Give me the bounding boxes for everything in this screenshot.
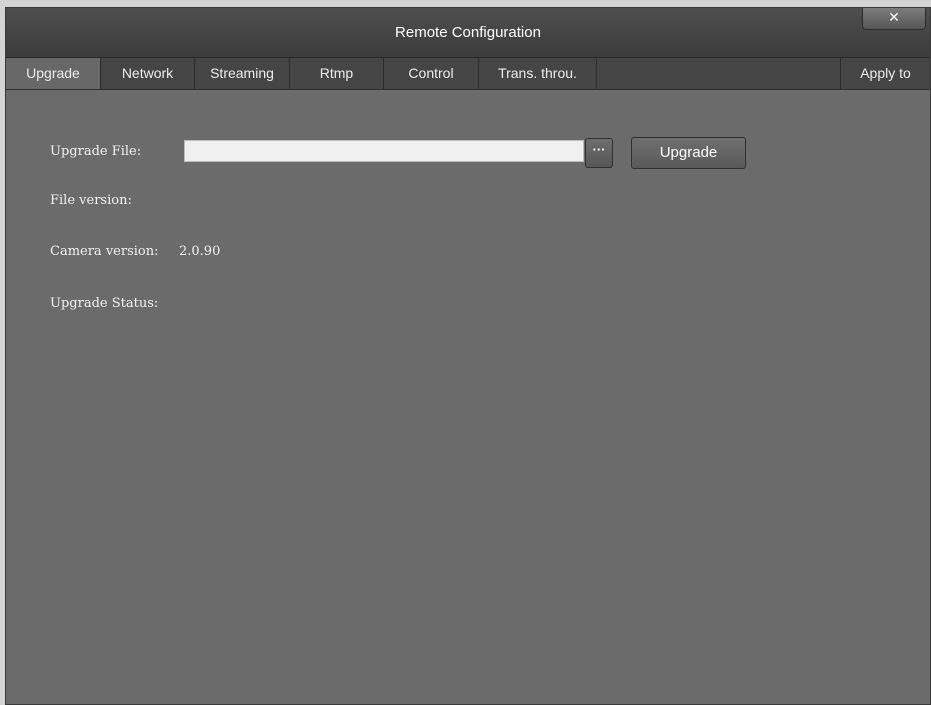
upgrade-panel: Upgrade File: ··· Upgrade File version: … [6, 90, 930, 704]
tab-network[interactable]: Network [101, 58, 195, 89]
tab-streaming[interactable]: Streaming [195, 58, 290, 89]
tab-trans-through[interactable]: Trans. throu. [479, 58, 597, 89]
title-bar[interactable]: Remote Configuration ✕ [6, 8, 930, 58]
tab-control[interactable]: Control [384, 58, 479, 89]
window-title: Remote Configuration [395, 24, 541, 41]
camera-version-value: 2.0.90 [179, 244, 221, 259]
file-version-label: File version: [50, 193, 132, 208]
tab-rtmp[interactable]: Rtmp [290, 58, 384, 89]
tab-bar: Upgrade Network Streaming Rtmp Control T… [6, 58, 930, 90]
upgrade-status-label: Upgrade Status: [50, 296, 159, 311]
close-button[interactable]: ✕ [862, 8, 926, 30]
browse-button[interactable]: ··· [585, 138, 613, 168]
ellipsis-icon: ··· [592, 142, 606, 157]
tab-upgrade[interactable]: Upgrade [6, 58, 101, 89]
remote-configuration-window: Remote Configuration ✕ Upgrade Network S… [5, 7, 931, 705]
apply-to-button[interactable]: Apply to [840, 58, 930, 89]
upgrade-button[interactable]: Upgrade [631, 137, 746, 169]
upgrade-file-label: Upgrade File: [50, 144, 142, 159]
close-icon: ✕ [888, 10, 900, 26]
upgrade-file-input[interactable] [184, 140, 584, 162]
camera-version-label: Camera version: [50, 244, 159, 259]
